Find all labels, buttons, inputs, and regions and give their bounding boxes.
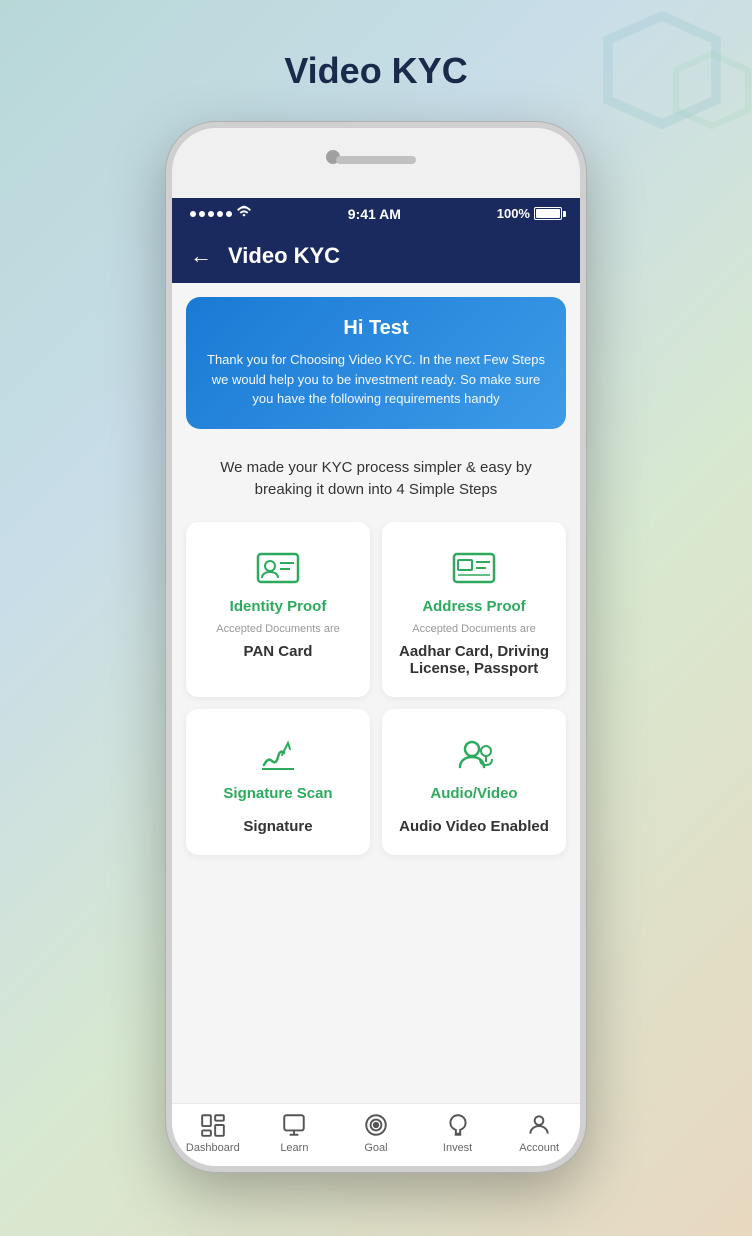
learn-icon xyxy=(281,1112,307,1138)
address-card-icon xyxy=(450,542,498,590)
signal-dot xyxy=(190,211,196,217)
nav-invest[interactable]: Invest xyxy=(428,1112,488,1154)
signal-dot xyxy=(226,211,232,217)
phone-notch xyxy=(172,128,580,198)
audio-video-title: Audio/Video xyxy=(430,785,517,802)
phone-screen: 9:41 AM 100% ← Video KYC Hi Test Thank y… xyxy=(172,198,580,1166)
audio-video-card[interactable]: Audio/Video Audio Video Enabled xyxy=(382,709,566,855)
power-button xyxy=(583,303,586,363)
bottom-navigation: Dashboard Learn xyxy=(172,1103,580,1166)
nav-account[interactable]: Account xyxy=(509,1112,569,1154)
vol-up-button xyxy=(166,278,169,318)
goal-icon xyxy=(363,1112,389,1138)
account-icon xyxy=(526,1112,552,1138)
learn-label: Learn xyxy=(280,1142,308,1154)
identity-proof-card[interactable]: Identity Proof Accepted Documents are PA… xyxy=(186,522,370,697)
signal-dot xyxy=(217,211,223,217)
phone-frame: 9:41 AM 100% ← Video KYC Hi Test Thank y… xyxy=(166,122,586,1172)
address-proof-card[interactable]: Address Proof Accepted Documents are Aad… xyxy=(382,522,566,697)
nav-learn[interactable]: Learn xyxy=(264,1112,324,1154)
nav-title: Video KYC xyxy=(228,243,340,269)
invest-icon xyxy=(445,1112,471,1138)
identity-proof-title: Identity Proof xyxy=(230,598,327,615)
id-card-icon xyxy=(254,542,302,590)
nav-dashboard[interactable]: Dashboard xyxy=(183,1112,243,1154)
battery-fill xyxy=(536,209,560,218)
kyc-cards-grid: Identity Proof Accepted Documents are PA… xyxy=(172,516,580,869)
earpiece xyxy=(336,156,416,164)
address-proof-title: Address Proof xyxy=(422,598,525,615)
welcome-greeting: Hi Test xyxy=(204,317,548,340)
battery-icon xyxy=(534,207,562,220)
goal-label: Goal xyxy=(364,1142,387,1154)
status-bar: 9:41 AM 100% xyxy=(172,198,580,229)
status-left xyxy=(190,204,252,223)
battery-percentage: 100% xyxy=(497,206,530,221)
identity-proof-value: PAN Card xyxy=(244,643,313,660)
invest-label: Invest xyxy=(443,1142,472,1154)
nav-bar: ← Video KYC xyxy=(172,229,580,283)
identity-proof-subtitle: Accepted Documents are xyxy=(216,623,340,635)
av-icon xyxy=(450,729,498,777)
address-proof-value: Aadhar Card, Driving License, Passport xyxy=(396,643,552,677)
account-label: Account xyxy=(519,1142,559,1154)
wifi-icon xyxy=(236,204,252,223)
steps-description: We made your KYC process simpler & easy … xyxy=(172,443,580,516)
signal-indicator xyxy=(190,211,232,217)
vol-down-button xyxy=(166,328,169,368)
welcome-banner: Hi Test Thank you for Choosing Video KYC… xyxy=(186,297,566,429)
dashboard-icon xyxy=(200,1112,226,1138)
signal-dot xyxy=(208,211,214,217)
status-time: 9:41 AM xyxy=(348,206,401,222)
nav-goal[interactable]: Goal xyxy=(346,1112,406,1154)
signal-dot xyxy=(199,211,205,217)
address-proof-subtitle: Accepted Documents are xyxy=(412,623,536,635)
signature-scan-value: Signature xyxy=(243,818,312,835)
bg-decoration-2 xyxy=(672,50,752,130)
signature-icon xyxy=(254,729,302,777)
back-button[interactable]: ← xyxy=(190,243,212,269)
audio-video-value: Audio Video Enabled xyxy=(399,818,549,835)
page-title: Video KYC xyxy=(284,50,467,92)
signature-scan-title: Signature Scan xyxy=(223,785,332,802)
signature-scan-card[interactable]: Signature Scan Signature xyxy=(186,709,370,855)
dashboard-label: Dashboard xyxy=(186,1142,240,1154)
content-area: Hi Test Thank you for Choosing Video KYC… xyxy=(172,283,580,1103)
welcome-description: Thank you for Choosing Video KYC. In the… xyxy=(204,350,548,409)
status-right: 100% xyxy=(497,206,562,221)
